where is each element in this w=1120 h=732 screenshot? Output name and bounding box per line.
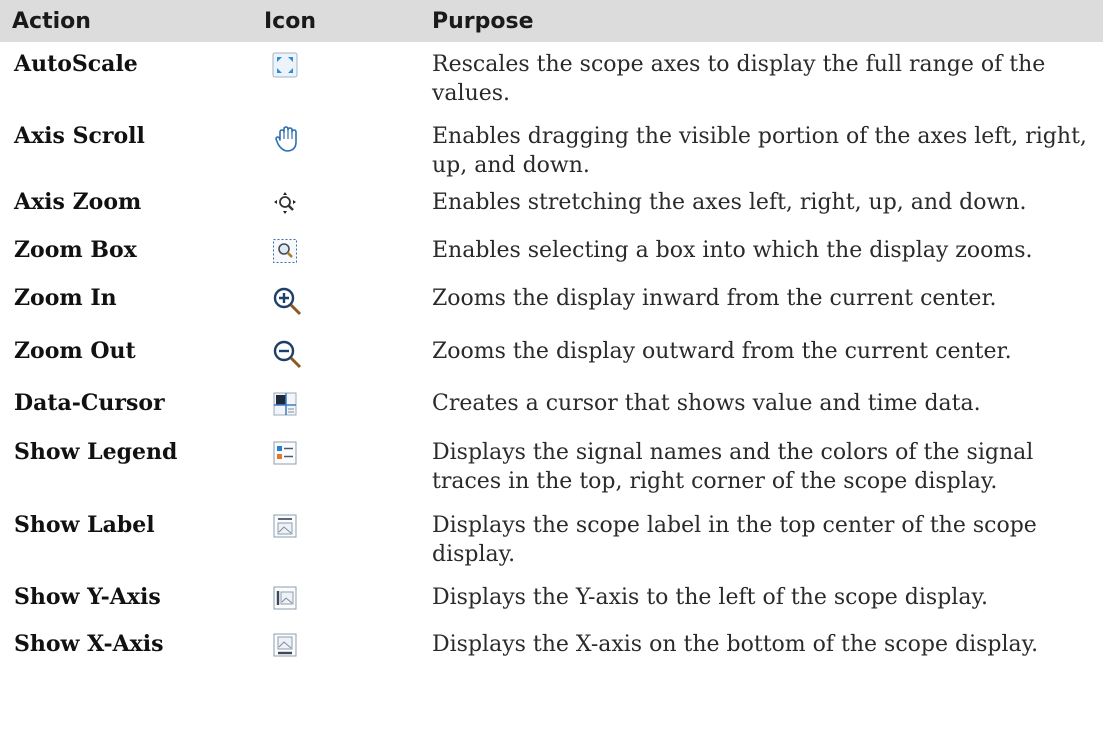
action-name: AutoScale [14, 51, 138, 77]
table-row: Show X-Axis Displays the X-axis on the b… [0, 622, 1103, 672]
data-cursor-icon[interactable] [272, 391, 298, 417]
action-name: Axis Zoom [14, 189, 142, 215]
action-name: Axis Scroll [14, 123, 145, 149]
legend-icon[interactable] [272, 440, 298, 466]
autoscale-icon[interactable] [272, 52, 298, 78]
actions-table: Action Icon Purpose AutoScale Rescales t… [0, 0, 1103, 672]
purpose-text: Enables stretching the axes left, right,… [432, 190, 1027, 215]
table-row: Axis Scroll Enables dragging the visible… [0, 114, 1103, 180]
label-icon[interactable] [272, 513, 298, 539]
y-axis-icon[interactable] [272, 585, 298, 611]
table-header-row: Action Icon Purpose [0, 0, 1103, 42]
action-name: Show X-Axis [14, 631, 164, 657]
table-row: AutoScale Rescales the scope axes to dis… [0, 42, 1103, 114]
purpose-text: Displays the Y-axis to the left of the s… [432, 585, 988, 610]
header-purpose: Purpose [432, 8, 534, 34]
action-name: Data-Cursor [14, 390, 165, 416]
action-name: Show Label [14, 512, 155, 538]
zoom-out-icon[interactable] [272, 339, 304, 371]
action-name: Zoom Box [14, 237, 137, 263]
action-name: Show Legend [14, 439, 178, 465]
action-name: Zoom In [14, 285, 117, 311]
purpose-text: Zooms the display inward from the curren… [432, 286, 997, 311]
hand-icon[interactable] [272, 124, 302, 154]
table-row: Zoom Out Zooms the display outward from … [0, 329, 1103, 381]
purpose-text: Displays the scope label in the top cent… [432, 513, 1037, 567]
header-icon: Icon [264, 8, 317, 34]
purpose-text: Zooms the display outward from the curre… [432, 339, 1012, 364]
table-row: Data-Cursor Creates a cursor that shows … [0, 381, 1103, 430]
purpose-text: Displays the signal names and the colors… [432, 440, 1034, 494]
table-row: Show Legend Displays the signal names an… [0, 430, 1103, 503]
header-action: Action [12, 8, 91, 34]
action-name: Zoom Out [14, 338, 136, 364]
purpose-text: Rescales the scope axes to display the f… [432, 52, 1046, 106]
action-name: Show Y-Axis [14, 584, 161, 610]
x-axis-icon[interactable] [272, 632, 298, 658]
zoom-box-icon[interactable] [272, 238, 298, 264]
table-row: Show Label Displays the scope label in t… [0, 503, 1103, 575]
table-row: Zoom Box Enables selecting a box into wh… [0, 228, 1103, 276]
purpose-text: Displays the X-axis on the bottom of the… [432, 632, 1039, 657]
zoom-in-icon[interactable] [272, 286, 304, 318]
axis-zoom-icon[interactable] [272, 190, 298, 216]
purpose-text: Creates a cursor that shows value and ti… [432, 391, 981, 416]
table-row: Zoom In Zooms the display inward from th… [0, 276, 1103, 329]
purpose-text: Enables selecting a box into which the d… [432, 238, 1033, 263]
purpose-text: Enables dragging the visible portion of … [432, 124, 1087, 178]
table-row: Show Y-Axis Displays the Y-axis to the l… [0, 575, 1103, 622]
table-row: Axis Zoom Enables stretching the axes le… [0, 180, 1103, 228]
